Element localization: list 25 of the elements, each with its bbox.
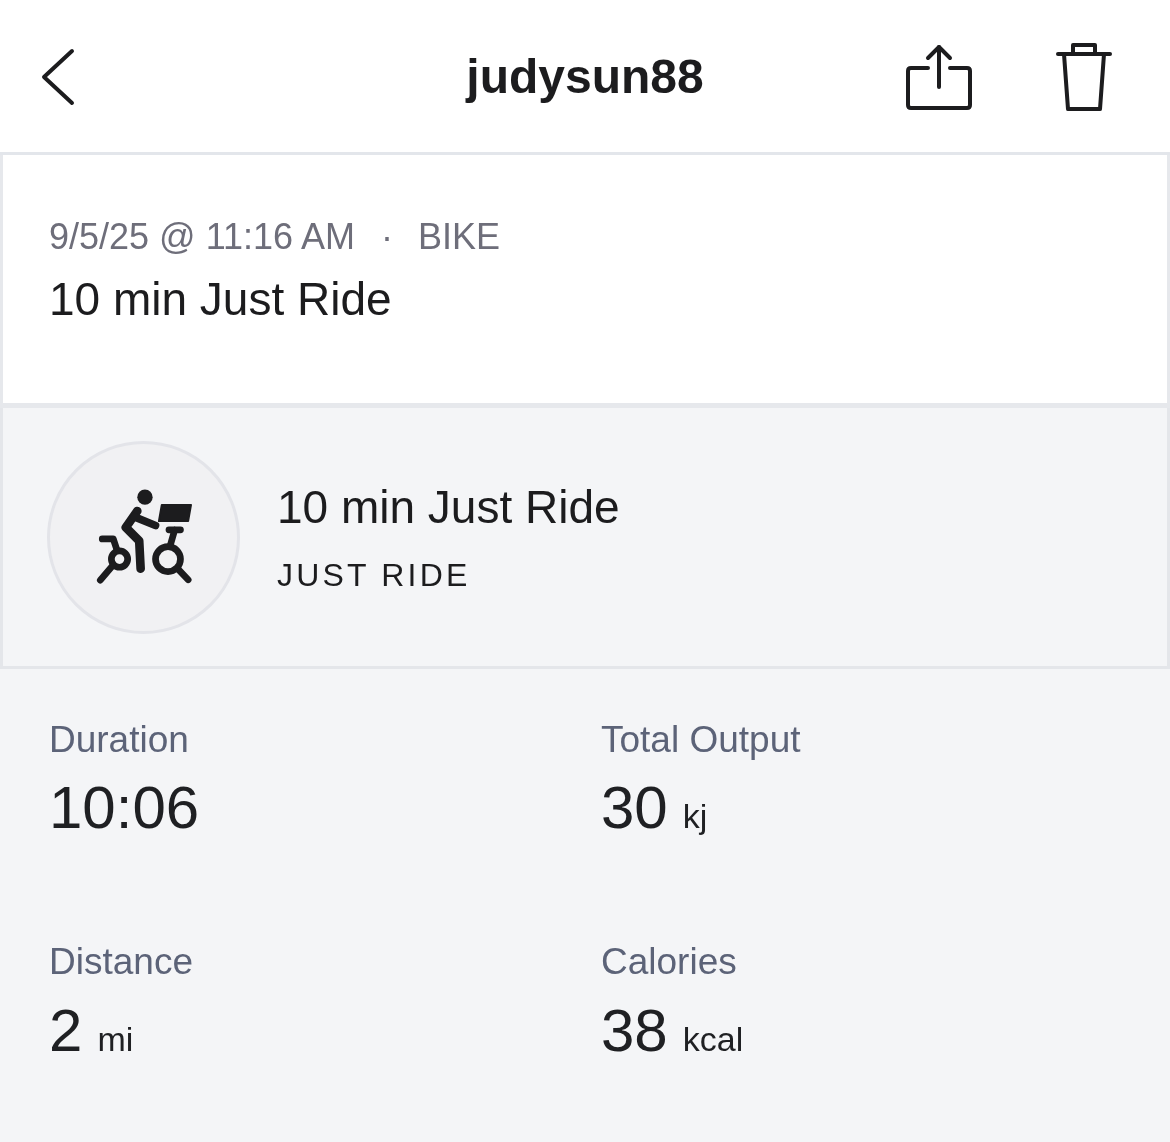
stat-value: 38: [601, 995, 668, 1066]
back-icon: [41, 48, 75, 106]
stat-unit: kcal: [682, 1018, 744, 1060]
stat-unit: kj: [682, 796, 708, 838]
stat-unit: mi: [97, 1018, 134, 1060]
stat-label: Distance: [49, 940, 194, 985]
class-title: 10 min Just Ride: [277, 479, 620, 535]
stat-value: 2: [49, 995, 83, 1066]
stat-label: Duration: [49, 718, 190, 762]
stat-value: 30: [601, 773, 668, 844]
stat-value: 10:06: [49, 773, 200, 844]
workout-category: BIKE: [418, 215, 501, 259]
trash-icon: [1056, 41, 1112, 113]
stat-label: Total Output: [601, 718, 802, 762]
page-title: judysun88: [466, 49, 704, 106]
workout-date: 9/5/25 @ 11:16 AM: [49, 215, 356, 259]
class-type: JUST RIDE: [277, 555, 472, 595]
share-icon: [905, 43, 973, 111]
share-button[interactable]: [905, 43, 973, 111]
separator-dot: ·: [381, 215, 394, 259]
stationary-bike-rider-icon: [95, 489, 192, 585]
stat-label: Calories: [601, 940, 738, 985]
back-button[interactable]: [41, 48, 75, 106]
workout-title: 10 min Just Ride: [49, 272, 393, 328]
delete-button[interactable]: [1056, 41, 1112, 113]
